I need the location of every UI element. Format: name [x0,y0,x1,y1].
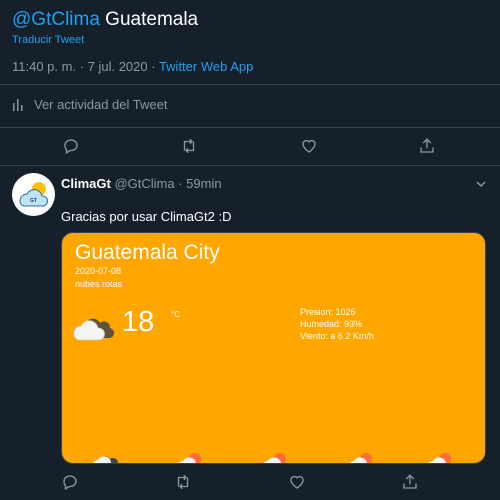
cloud-icon [92,456,118,463]
divider [0,84,500,85]
translate-tweet-link[interactable]: Traducir Tweet [12,34,84,46]
reply-button[interactable] [58,470,82,494]
retweet-icon [183,138,195,154]
cloud-sun-icon [428,453,451,463]
chevron-down-icon[interactable] [474,177,488,191]
retweet-button[interactable] [171,470,195,494]
handle-and-time[interactable]: @GtClima · 59min [114,176,221,191]
temperature-unit: °C [171,310,180,319]
pressure: Presion: 1026 [300,307,356,317]
weather-card[interactable]: Guatemala City 2020-07-08 nubes rotas 18… [61,232,486,464]
tweet-source-link[interactable]: Twitter Web App [159,59,253,74]
reply-text: Gracias por usar ClimaGt2 :D [61,209,232,224]
reply-header: ClimaGt @GtClima · 59min [61,176,222,191]
weather-condition: nubes rotas [75,279,123,289]
reply-actions [0,470,500,494]
cloud-sun-icon [178,453,201,463]
cloud-sun-icon [263,453,286,463]
share-button[interactable] [415,134,439,158]
cloud-sun-icon [349,453,372,463]
climagt-logo: GT [19,182,49,207]
reply-icon [64,139,78,154]
divider [0,165,500,166]
divider [0,127,500,128]
avatar[interactable]: GT [12,173,55,216]
like-button[interactable] [285,470,309,494]
main-tweet: @GtClima Guatemala Traducir Tweet 11:40 … [0,0,500,166]
heart-icon [290,475,304,489]
reply-button[interactable] [59,134,83,158]
tweet-text: @GtClima Guatemala [12,9,198,31]
city-name: Guatemala City [75,241,220,264]
tweet-timestamp[interactable]: 11:40 p. m. · 7 jul. 2020 · [12,59,159,74]
reply-icon [63,475,77,490]
weather-date: 2020-07-08 [75,266,122,276]
reply-tweet[interactable]: GT ClimaGt @GtClima · 59min Gracias por … [0,167,500,500]
like-button[interactable] [297,134,321,158]
wind: Viento: a 6.2 Km/h [300,331,374,341]
bar-chart-icon [13,98,23,111]
svg-text:GT: GT [30,198,37,204]
share-icon [420,138,434,153]
retweet-button[interactable] [177,134,201,158]
share-button[interactable] [398,470,422,494]
mention-link[interactable]: @GtClima [12,9,100,30]
tweet-actions [0,134,500,158]
tweet-body: Guatemala [99,9,199,30]
retweet-icon [177,474,189,490]
humidity: Humedad: 93% [300,319,363,329]
tweet-meta: 11:40 p. m. · 7 jul. 2020 · Twitter Web … [12,59,253,74]
temperature: 18 [122,306,155,338]
weather-details: Presion: 1026 Humedad: 93% Viento: a 6.2… [300,306,374,342]
cloud-icon [73,318,115,341]
share-icon [403,474,417,489]
display-name[interactable]: ClimaGt [61,176,111,191]
heart-icon [302,139,316,153]
tweet-activity-link[interactable]: Ver actividad del Tweet [12,97,167,112]
tweet-activity-label: Ver actividad del Tweet [34,97,168,112]
